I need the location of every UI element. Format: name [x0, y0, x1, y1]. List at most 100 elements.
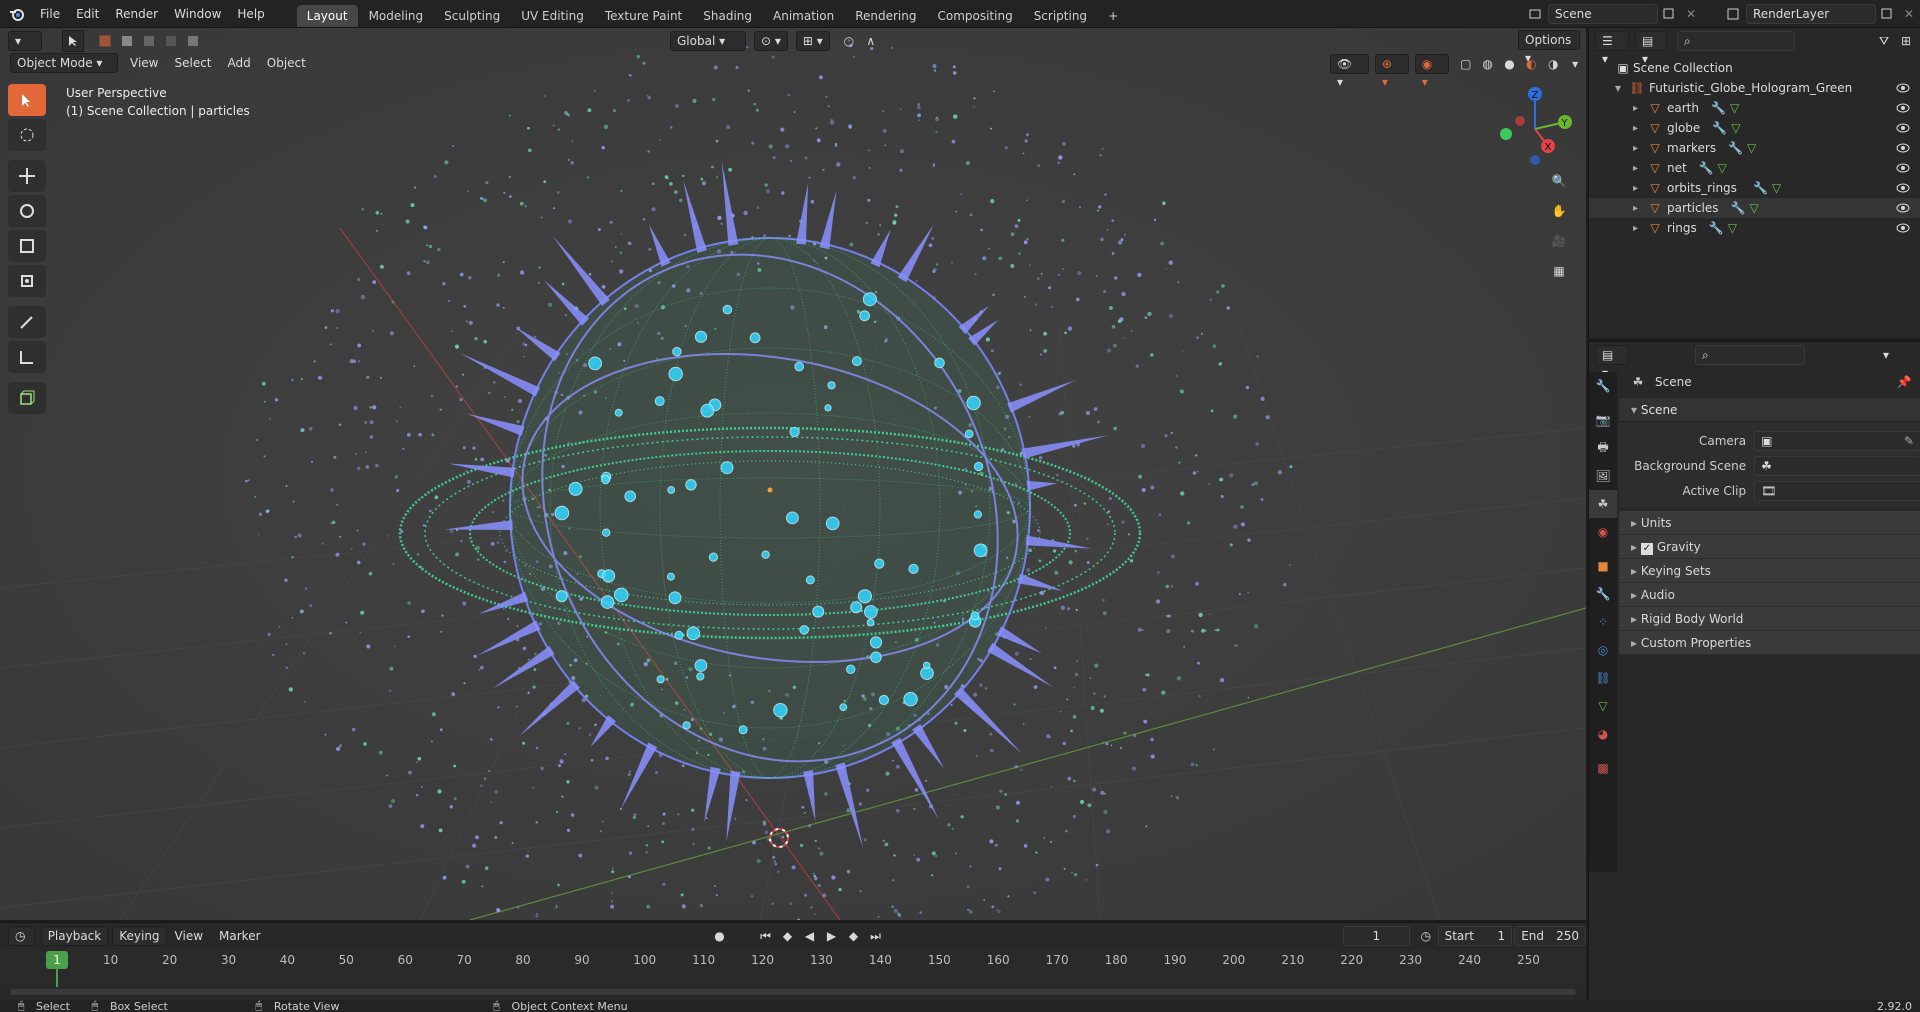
pan-hand-icon[interactable]: ✋ — [1548, 200, 1570, 222]
scene-panel-header[interactable]: ▾ Scene — [1619, 398, 1920, 422]
eye-icon[interactable] — [1896, 161, 1910, 175]
outliner-editor-type[interactable]: ☰ ▾ — [1595, 31, 1629, 66]
keying-dropdown[interactable]: Keying ▾ — [112, 926, 167, 961]
gravity-checkbox[interactable]: ✓ — [1640, 543, 1653, 555]
timeline-editor-type[interactable]: ◷ ▾ — [8, 926, 35, 961]
delete-viewlayer-icon[interactable]: ✕ — [1898, 3, 1920, 25]
play-reverse-icon[interactable]: ◀ — [799, 925, 821, 947]
new-viewlayer-icon[interactable] — [1876, 3, 1898, 25]
texture-tab-icon[interactable]: ▩ — [1589, 754, 1617, 782]
filter-icon[interactable]: ⛛ — [1873, 30, 1895, 52]
modifier-icon[interactable]: 🔧 — [1731, 201, 1746, 215]
modifier-icon[interactable]: 🔧 — [1712, 121, 1727, 135]
outliner-item-markers[interactable]: ▸ ▽ markers 🔧 ▽ — [1589, 138, 1920, 158]
frame-ruler[interactable]: 1 10 20 30 40 50 60 70 80 90 100 110 120 130 140 150 16… — [0, 949, 1586, 989]
select-subtract-icon[interactable] — [138, 30, 160, 52]
eye-icon[interactable] — [1896, 141, 1910, 155]
custom-properties-panel[interactable]: ▸ Custom Properties — [1619, 631, 1920, 655]
material-tab-icon[interactable]: ◕ — [1589, 720, 1617, 748]
view-layer-tab-icon[interactable]: 🖼 — [1589, 462, 1617, 490]
tab-modeling[interactable]: Modeling — [359, 5, 434, 27]
outliner-item-globe[interactable]: ▸ ▽ globe 🔧 ▽ — [1589, 118, 1920, 138]
tab-sculpting[interactable]: Sculpting — [434, 5, 510, 27]
scene-tab-icon[interactable]: ☘ — [1589, 490, 1617, 518]
rigid-body-world-panel[interactable]: ▸ Rigid Body World — [1619, 607, 1920, 631]
select-box-tool[interactable] — [8, 84, 46, 116]
falloff-icon[interactable]: ∧ — [860, 30, 882, 52]
scene-name-field[interactable]: Scene — [1548, 4, 1658, 24]
menu-window[interactable]: Window — [166, 0, 229, 28]
scene-collection-row[interactable]: ▣ Scene Collection — [1589, 58, 1920, 78]
camera-field[interactable]: ▣ ✎ — [1754, 430, 1920, 451]
object-tab-icon[interactable]: ■ — [1589, 552, 1617, 580]
shading-options-icon[interactable]: ▾ — [1564, 53, 1586, 75]
tab-uv-editing[interactable]: UV Editing — [511, 5, 594, 27]
play-icon[interactable]: ▶ — [821, 925, 843, 947]
preview-range-icon[interactable]: ◷ — [1418, 925, 1434, 947]
3d-viewport[interactable]: ▾ Global ▾ ⊙ ▾ ⊞ ▾ ○ ∧ Options ▾ Object … — [0, 28, 1586, 920]
delete-scene-icon[interactable]: ✕ — [1680, 3, 1702, 25]
collection-row[interactable]: ▾ ⛓ Futuristic_Globe_Hologram_Green — [1589, 78, 1920, 98]
modifier-icon[interactable]: 🔧 — [1699, 161, 1714, 175]
scene-icon[interactable] — [1524, 3, 1546, 25]
proportional-edit-icon[interactable]: ○ — [838, 30, 860, 52]
active-clip-field[interactable]: 🎞 — [1754, 480, 1920, 501]
expand-arrow-icon[interactable]: ▸ — [1633, 143, 1647, 154]
scale-tool[interactable] — [8, 230, 46, 262]
mesh-data-icon[interactable]: ▽ — [1718, 161, 1727, 175]
eye-icon[interactable] — [1896, 201, 1910, 215]
add-cube-tool[interactable] — [8, 382, 46, 414]
transform-tool[interactable] — [8, 265, 46, 297]
expand-arrow-icon[interactable]: ▸ — [1633, 203, 1647, 214]
world-tab-icon[interactable]: ◉ — [1589, 518, 1617, 546]
eye-icon[interactable] — [1896, 221, 1910, 235]
cursor-tool[interactable] — [8, 119, 46, 151]
options-dropdown[interactable]: Options ▾ — [1518, 30, 1580, 65]
properties-options-icon[interactable]: ▾ — [1875, 344, 1897, 366]
end-frame-field[interactable]: End 250 — [1514, 926, 1586, 946]
jump-start-icon[interactable]: ⏮ — [755, 925, 777, 947]
eye-icon[interactable] — [1896, 121, 1910, 135]
measure-tool[interactable] — [8, 341, 46, 373]
viewport-scene[interactable] — [0, 28, 1586, 920]
prev-keyframe-icon[interactable]: ◆ — [777, 925, 799, 947]
new-scene-icon[interactable] — [1658, 3, 1680, 25]
pivot-dropdown[interactable]: ⊙ ▾ — [754, 31, 788, 51]
mesh-data-icon[interactable]: ▽ — [1747, 141, 1756, 155]
expand-arrow-icon[interactable]: ▸ — [1633, 183, 1647, 194]
object-mode-dropdown[interactable]: Object Mode ▾ — [10, 53, 118, 73]
mesh-data-icon[interactable]: ▽ — [1728, 221, 1737, 235]
expand-arrow-icon[interactable]: ▸ — [1633, 103, 1647, 114]
timeline-menu-marker[interactable]: Marker — [211, 926, 268, 946]
annotate-tool[interactable] — [8, 306, 46, 338]
outliner-search-input[interactable]: ⌕ — [1677, 31, 1795, 51]
render-tab-icon[interactable]: 📷 — [1589, 406, 1617, 434]
expand-arrow-icon[interactable]: ▸ — [1633, 223, 1647, 234]
menu-render[interactable]: Render — [107, 0, 166, 28]
visibility-dropdown[interactable]: 👁 ▾ — [1330, 54, 1369, 89]
modifier-icon[interactable]: 🔧 — [1728, 141, 1743, 155]
xray-toggle-icon[interactable]: ▢ — [1455, 53, 1477, 75]
next-keyframe-icon[interactable]: ◆ — [843, 925, 865, 947]
tab-compositing[interactable]: Compositing — [927, 5, 1022, 27]
blender-logo-icon[interactable] — [6, 3, 28, 25]
record-icon[interactable]: ● — [709, 925, 731, 947]
properties-search-input[interactable]: ⌕ — [1695, 345, 1805, 365]
menu-edit[interactable]: Edit — [68, 0, 107, 28]
snap-dropdown[interactable]: ⊞ ▾ — [795, 31, 830, 51]
outliner-item-net[interactable]: ▸ ▽ net 🔧 ▽ — [1589, 158, 1920, 178]
rotate-tool[interactable] — [8, 195, 46, 227]
tab-scripting[interactable]: Scripting — [1024, 5, 1097, 27]
mesh-data-icon[interactable]: ▽ — [1730, 101, 1739, 115]
gravity-panel[interactable]: ▸ ✓ Gravity — [1619, 535, 1920, 559]
viewport-menu-view[interactable]: View — [122, 53, 166, 73]
audio-panel[interactable]: ▸ Audio — [1619, 583, 1920, 607]
viewport-menu-select[interactable]: Select — [166, 53, 219, 73]
zoom-icon[interactable]: 🔍 — [1548, 170, 1570, 192]
modifier-icon[interactable]: 🔧 — [1709, 221, 1724, 235]
start-frame-field[interactable]: Start 1 — [1437, 926, 1513, 946]
tab-texture-paint[interactable]: Texture Paint — [595, 5, 692, 27]
particles-tab-icon[interactable]: ⁘ — [1589, 608, 1617, 636]
tab-rendering[interactable]: Rendering — [845, 5, 926, 27]
select-extend-icon[interactable] — [116, 30, 138, 52]
